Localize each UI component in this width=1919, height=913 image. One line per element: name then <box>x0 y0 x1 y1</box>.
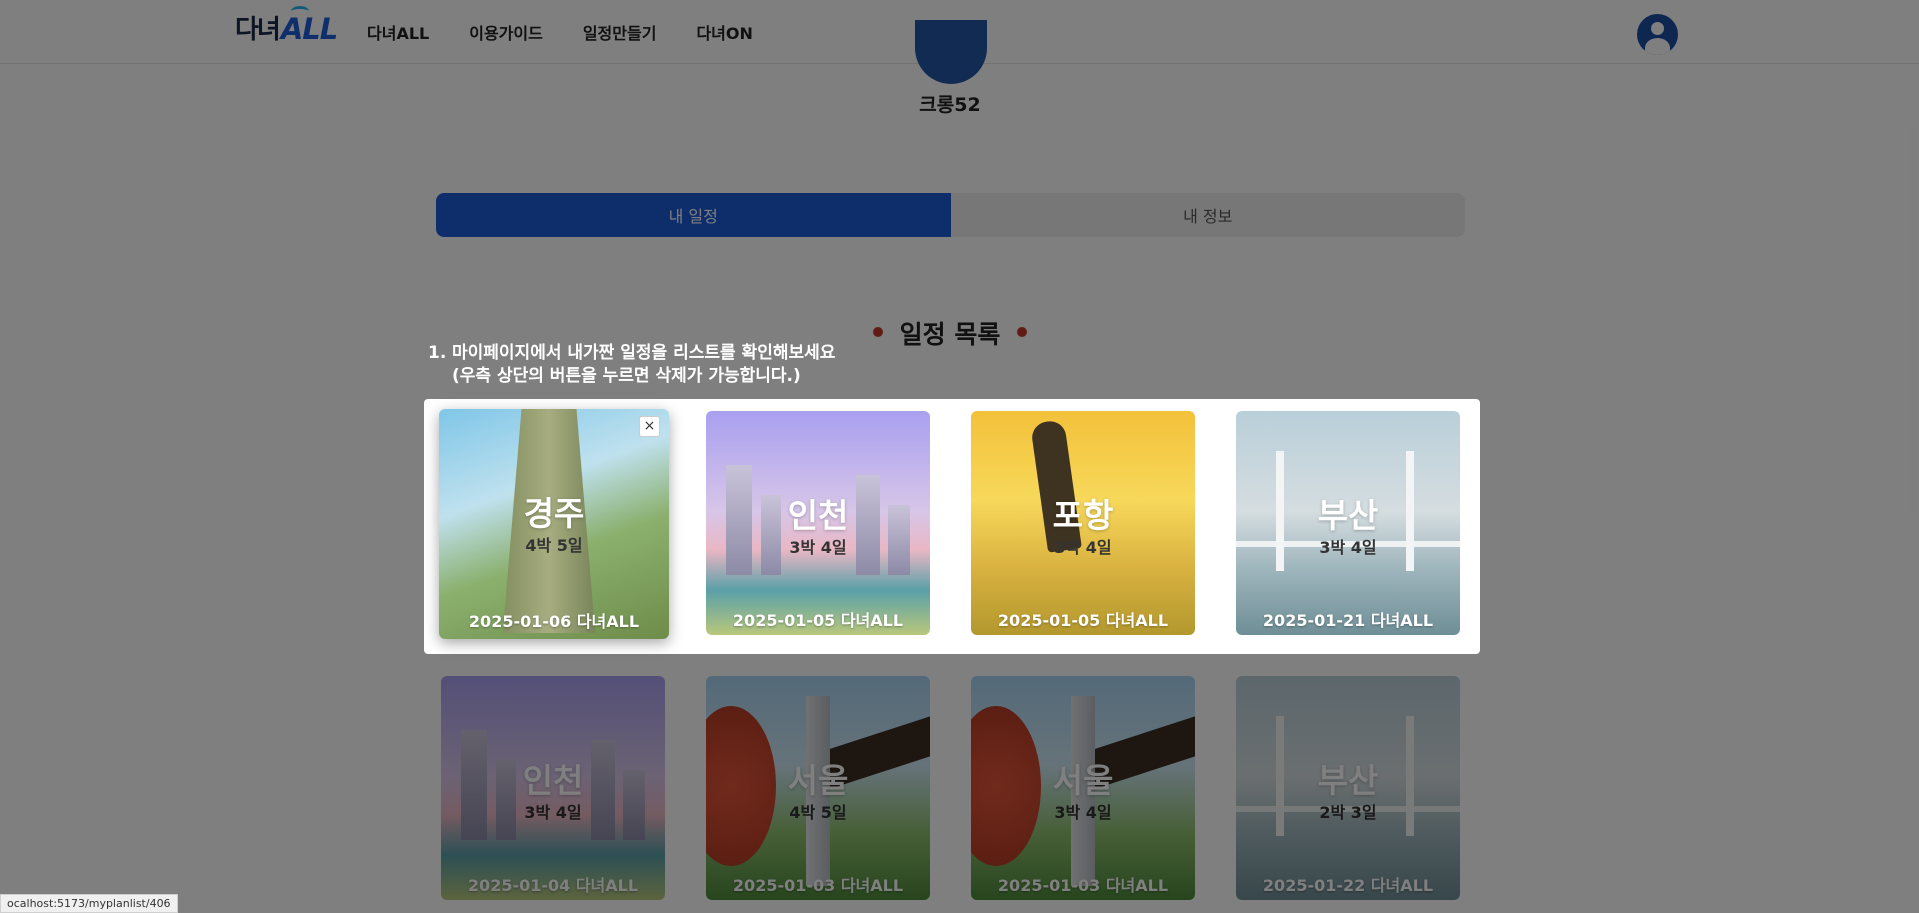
guide-step-number: 1. <box>428 343 447 363</box>
plan-card[interactable]: 인천 3박 4일 2025-01-05 다녀ALL <box>706 411 930 635</box>
page-scrollbar[interactable] <box>1910 126 1918 512</box>
plan-card[interactable]: 포항 3박 4일 2025-01-05 다녀ALL <box>971 411 1195 635</box>
page: 다녀 ALL 다녀ALL 이용가이드 일정만들기 다녀ON 크롱52 내 일정 … <box>0 0 1919 913</box>
plan-city: 인천 <box>787 496 849 535</box>
guide-line-2: (우측 상단의 버튼을 누르면 삭제가 가능합니다.) <box>452 366 801 386</box>
plan-city: 포항 <box>1052 496 1114 535</box>
plan-duration: 4박 5일 <box>525 536 583 555</box>
plan-duration: 3박 4일 <box>1319 538 1377 557</box>
plan-duration: 3박 4일 <box>1054 538 1112 557</box>
guide-line-1: 마이페이지에서 내가짠 일정을 리스트를 확인해보세요 <box>452 343 836 363</box>
plan-date: 2025-01-21 다녀ALL <box>1262 611 1434 630</box>
plan-city: 부산 <box>1317 496 1379 535</box>
plan-date: 2025-01-06 다녀ALL <box>468 612 640 631</box>
plan-date: 2025-01-05 다녀ALL <box>997 611 1169 630</box>
tutorial-guide: 1. 마이페이지에서 내가짠 일정을 리스트를 확인해보세요 (우측 상단의 버튼… <box>428 342 908 388</box>
link-status-bar: ocalhost:5173/myplanlist/406 <box>0 894 178 913</box>
delete-plan-button[interactable]: × <box>639 416 660 437</box>
plan-card[interactable]: 경주 4박 5일 2025-01-06 다녀ALL × <box>439 409 669 639</box>
plan-city: 경주 <box>523 494 585 533</box>
plan-duration: 3박 4일 <box>789 538 847 557</box>
plan-card[interactable]: 부산 3박 4일 2025-01-21 다녀ALL <box>1236 411 1460 635</box>
plan-date: 2025-01-05 다녀ALL <box>732 611 904 630</box>
